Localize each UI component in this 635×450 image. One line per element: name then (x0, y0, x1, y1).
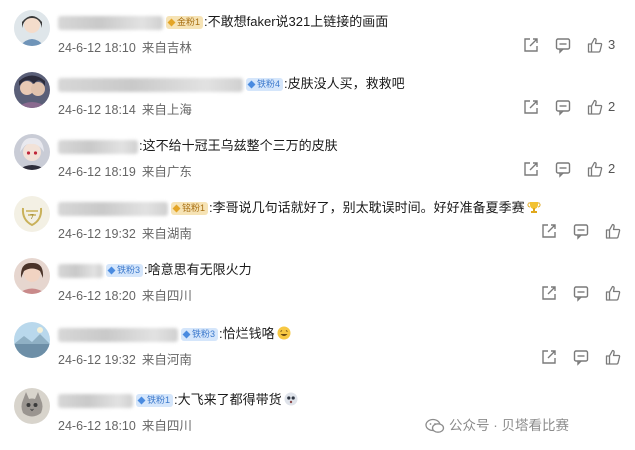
comment-location: 来自吉林 (141, 41, 192, 55)
reply-icon[interactable] (554, 36, 572, 54)
user-avatar[interactable] (14, 134, 50, 170)
comment-text: 大飞来了都得带货 (177, 392, 282, 407)
comment-text: 皮肤没人买，救救吧 (287, 76, 405, 91)
comment-item: 7 铭粉1:李哥说几句话就好了，别太耽误时间。好好准备夏季赛 24-6-12 1… (0, 192, 635, 254)
comment-item: :这不给十冠王乌兹整个三万的皮肤 24-6-12 18:19 来自广东 2 (0, 130, 635, 192)
share-icon[interactable] (540, 284, 558, 302)
like-icon[interactable] (586, 98, 604, 116)
comment-location: 来自四川 (141, 289, 192, 303)
comment-date: 24-6-12 18:20 (58, 289, 136, 303)
share-icon[interactable] (522, 160, 540, 178)
comment-location: 来自河南 (141, 353, 192, 367)
comment-location: 来自四川 (141, 419, 192, 433)
comment-text: 不敢想faker说321上链接的画面 (207, 14, 389, 29)
fan-badge: 铁粉1 (136, 394, 174, 408)
svg-text:7: 7 (30, 213, 34, 221)
like-icon[interactable] (604, 348, 622, 366)
user-avatar[interactable] (14, 258, 50, 294)
username-blurred[interactable] (58, 139, 138, 154)
comment-date: 24-6-12 18:14 (58, 103, 136, 117)
comment-item: 金粉1:不敢想faker说321上链接的画面 24-6-12 18:10 来自吉林… (0, 6, 635, 68)
username-blurred[interactable] (58, 201, 168, 216)
fan-badge: 铁粉3 (181, 328, 219, 342)
laughing-emoji-icon (277, 326, 291, 340)
comment-item: 铁粉4:皮肤没人买，救救吧 24-6-12 18:14 来自上海 2 (0, 68, 635, 130)
trophy-emoji-icon (527, 202, 541, 213)
like-icon[interactable] (586, 36, 604, 54)
comment-location: 来自上海 (141, 103, 192, 117)
comment-date: 24-6-12 19:32 (58, 353, 136, 367)
reply-icon[interactable] (554, 98, 572, 116)
username-blurred[interactable] (58, 263, 103, 278)
share-icon[interactable] (522, 98, 540, 116)
fan-badge: 铭粉1 (171, 202, 209, 216)
fan-badge: 铁粉3 (106, 264, 144, 278)
reply-icon[interactable] (572, 348, 590, 366)
wechat-icon (425, 418, 445, 433)
username-blurred[interactable] (58, 77, 243, 92)
comment-item: 铁粉3:啥意思有无限火力 24-6-12 18:20 来自四川 (0, 254, 635, 316)
comment-date: 24-6-12 19:32 (58, 227, 136, 241)
comment-location: 来自广东 (141, 165, 192, 179)
surprised-emoji-icon (284, 392, 298, 406)
like-icon[interactable] (604, 222, 622, 240)
share-icon[interactable] (540, 348, 558, 366)
fan-badge: 铁粉4 (246, 78, 284, 92)
like-icon[interactable] (604, 284, 622, 302)
share-icon[interactable] (522, 36, 540, 54)
comment-date: 24-6-12 18:10 (58, 419, 136, 433)
reply-icon[interactable] (572, 284, 590, 302)
comment-item: 铁粉3:恰烂钱咯 24-6-12 19:32 来自河南 (0, 318, 635, 380)
like-icon[interactable] (586, 160, 604, 178)
user-avatar[interactable]: 7 (14, 196, 50, 232)
fan-badge: 金粉1 (166, 16, 204, 30)
username-blurred[interactable] (58, 15, 163, 30)
like-count: 2 (608, 161, 616, 176)
comment-text: 恰烂钱咯 (222, 326, 275, 341)
watermark: 公众号 · 贝塔看比赛 (425, 414, 569, 434)
comment-text: 啥意思有无限火力 (147, 262, 252, 277)
share-icon[interactable] (540, 222, 558, 240)
comment-location: 来自湖南 (141, 227, 192, 241)
user-avatar[interactable] (14, 72, 50, 108)
reply-icon[interactable] (572, 222, 590, 240)
like-count: 2 (608, 99, 616, 114)
comment-text: 李哥说几句话就好了，别太耽误时间。好好准备夏季赛 (212, 200, 525, 215)
user-avatar[interactable] (14, 388, 50, 424)
comment-date: 24-6-12 18:10 (58, 41, 136, 55)
user-avatar[interactable] (14, 322, 50, 358)
like-count: 3 (608, 37, 616, 52)
comment-date: 24-6-12 18:19 (58, 165, 136, 179)
reply-icon[interactable] (554, 160, 572, 178)
username-blurred[interactable] (58, 327, 178, 342)
comment-text: 这不给十冠王乌兹整个三万的皮肤 (142, 138, 338, 153)
username-blurred[interactable] (58, 393, 133, 408)
user-avatar[interactable] (14, 10, 50, 46)
